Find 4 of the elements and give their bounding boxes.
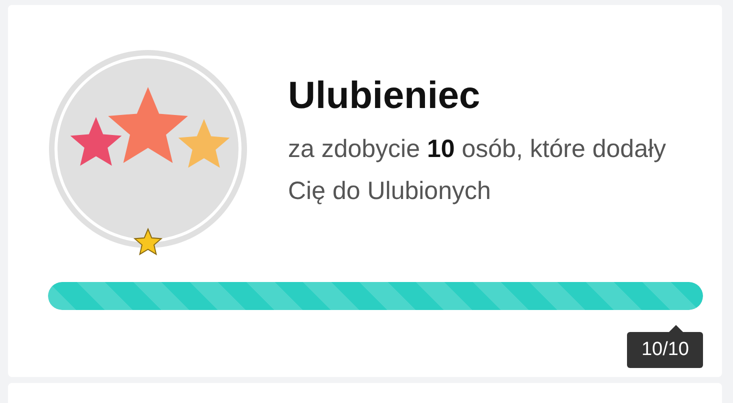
star-icon (133, 227, 163, 257)
achievement-title: Ulubieniec (288, 74, 482, 118)
progress-tooltip: 10/10 (627, 332, 703, 368)
achievement-description: za zdobycie 10 osób, które dodały Cię do Ulubionych (288, 134, 668, 206)
